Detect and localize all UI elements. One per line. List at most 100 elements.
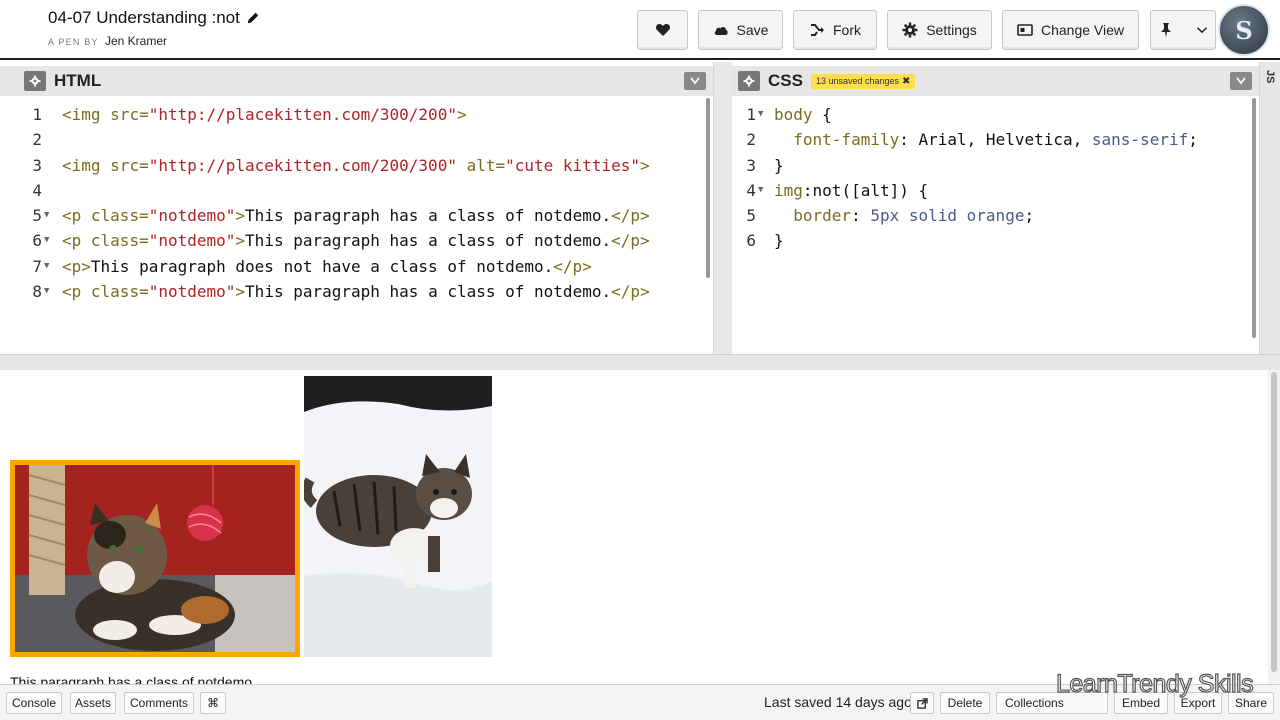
css-code-line[interactable]: 6}	[732, 228, 1259, 253]
comments-button[interactable]: Comments	[124, 692, 194, 714]
author-link[interactable]: Jen Kramer	[105, 34, 167, 48]
code-token: :	[851, 206, 871, 226]
fork-button[interactable]: Fork	[793, 10, 877, 50]
html-code-line[interactable]: 6 ▼ <p class="notdemo">This paragraph has …	[0, 228, 713, 253]
cloud-icon	[714, 26, 728, 35]
pencil-icon[interactable]	[246, 11, 260, 25]
command-icon: ⌘	[207, 696, 219, 710]
preview-scroll-thumb[interactable]	[1271, 372, 1277, 672]
code-text: }	[774, 153, 784, 178]
html-code-line[interactable]: 7 ▼ <p>This paragraph does not have a clas…	[0, 254, 713, 279]
delete-label: Delete	[947, 696, 983, 710]
js-editor-collapsed[interactable]: JS	[1260, 62, 1280, 354]
fold-arrow-icon[interactable]: ▼	[44, 254, 49, 279]
html-code-line[interactable]: 8 ▼ <p class="notdemo">This paragraph has …	[0, 279, 713, 304]
html-editor-title: HTML	[54, 71, 102, 90]
close-icon[interactable]: ✖	[902, 76, 910, 87]
code-text: <p class="notdemo">This paragraph has a …	[62, 228, 650, 253]
keyboard-shortcuts-button[interactable]: ⌘	[200, 692, 226, 714]
line-number: 6	[32, 231, 42, 251]
css-code-line[interactable]: 5 border: 5px solid orange;	[732, 203, 1259, 228]
unsaved-changes-label: 13 unsaved changes	[815, 76, 900, 86]
html-collapse-icon[interactable]	[684, 72, 706, 90]
code-text: }	[774, 228, 784, 253]
change-view-button[interactable]: Change View	[1002, 10, 1139, 50]
css-scrollbar[interactable]	[1252, 98, 1256, 338]
fold-arrow-icon[interactable]: ▼	[758, 178, 763, 203]
preview-frame: This paragraph has a class of notdemo.	[0, 370, 1268, 684]
line-number: 3	[32, 155, 42, 175]
html-settings-icon[interactable]	[24, 71, 46, 91]
css-code-line[interactable]: 2 font-family: Arial, Helvetica, sans-se…	[732, 127, 1259, 152]
settings-button[interactable]: Settings	[887, 10, 992, 50]
code-token: </p>	[553, 256, 592, 276]
unsaved-changes-badge[interactable]: 13 unsaved changes ✖	[810, 73, 916, 89]
code-token: img	[774, 180, 803, 200]
code-token: <p	[62, 282, 91, 302]
code-token: "cute kitties"	[505, 155, 640, 175]
code-token: </p>	[611, 282, 650, 302]
pen-title-text: 04-07 Understanding :not	[48, 8, 240, 27]
gear-icon	[902, 22, 918, 38]
code-token: font-family	[793, 130, 900, 150]
heart-icon	[655, 24, 670, 36]
html-scrollbar[interactable]	[706, 98, 710, 278]
code-text: <img src="http://placekitten.com/200/300…	[62, 153, 650, 178]
code-token: >	[456, 105, 467, 124]
line-number: 5	[32, 206, 42, 226]
html-code-line[interactable]: 4	[0, 178, 713, 203]
line-number: 4	[32, 180, 42, 200]
html-code-line[interactable]: 3 <img src="http://placekitten.com/200/30…	[0, 153, 713, 178]
open-external-button[interactable]	[910, 692, 934, 714]
fold-arrow-icon[interactable]: ▼	[758, 102, 763, 127]
code-token: ;	[1024, 206, 1035, 226]
code-token: src=	[110, 155, 149, 175]
fold-arrow-icon[interactable]: ▼	[44, 279, 49, 304]
user-avatar[interactable]: S	[1218, 4, 1270, 56]
html-code-line[interactable]: 5 ▼ <p class="notdemo">This paragraph has …	[0, 203, 713, 228]
fold-arrow-icon[interactable]: ▼	[44, 228, 49, 253]
assets-button[interactable]: Assets	[70, 692, 116, 714]
css-code-line[interactable]: 4 ▼ img:not([alt]) {	[732, 178, 1259, 203]
code-token: src=	[110, 105, 149, 124]
love-button[interactable]	[637, 10, 688, 50]
html-code-area[interactable]: 1 <img src="http://placekitten.com/300/20…	[0, 96, 713, 354]
code-token: </p>	[611, 206, 650, 226]
code-token: <img	[62, 105, 111, 124]
code-token: }	[774, 231, 784, 251]
line-number: 6	[746, 231, 756, 251]
code-token: >	[235, 206, 246, 226]
html-code-line[interactable]: 2	[0, 127, 713, 152]
css-settings-icon[interactable]	[738, 71, 760, 91]
code-token: "http://placekitten.com/300/200"	[148, 105, 457, 124]
pin-menu-button[interactable]	[1150, 10, 1216, 50]
console-button[interactable]: Console	[6, 692, 62, 714]
code-token: :not([alt]) {	[802, 180, 929, 200]
code-token: >	[235, 231, 246, 251]
css-code-area[interactable]: 1 ▼ body {2 font-family: Arial, Helvetica,…	[732, 96, 1259, 354]
code-token: >	[639, 155, 650, 175]
html-editor[interactable]: HTML 1 <img src="http://placekitten.com/3…	[0, 62, 714, 354]
external-link-icon	[916, 697, 928, 709]
css-code-line[interactable]: 3}	[732, 153, 1259, 178]
fork-label: Fork	[833, 22, 861, 38]
html-code-line[interactable]: 1 <img src="http://placekitten.com/300/20…	[0, 102, 713, 127]
layout-icon	[1017, 24, 1033, 36]
preview-scrollbar[interactable]	[1268, 370, 1280, 684]
css-editor-title: CSS	[768, 71, 803, 90]
css-collapse-icon[interactable]	[1230, 72, 1252, 90]
resize-divider[interactable]	[0, 354, 1280, 370]
collections-label: Collections	[1005, 696, 1064, 710]
line-number: 2	[32, 130, 42, 150]
fold-arrow-icon[interactable]: ▼	[44, 203, 49, 228]
save-button[interactable]: Save	[698, 10, 783, 50]
line-number: 7	[32, 256, 42, 276]
pen-title[interactable]: 04-07 Understanding :not	[48, 8, 260, 28]
code-text: img:not([alt]) {	[774, 178, 928, 203]
css-editor[interactable]: CSS 13 unsaved changes ✖ 1 ▼ body {2 font-…	[732, 62, 1260, 354]
code-token: "notdemo"	[148, 282, 236, 302]
delete-button[interactable]: Delete	[940, 692, 990, 714]
css-code-line[interactable]: 1 ▼ body {	[732, 102, 1259, 127]
